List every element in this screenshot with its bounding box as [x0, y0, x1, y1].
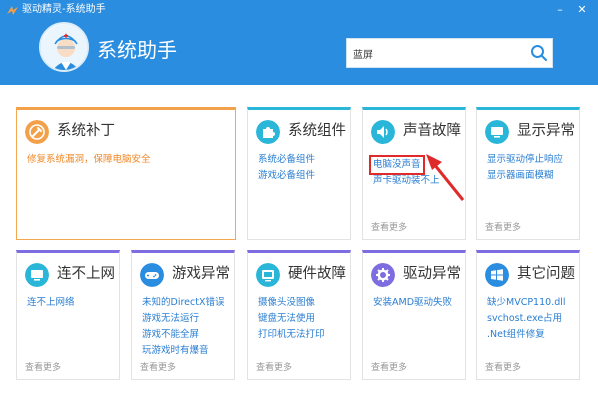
card-links: 修复系统漏洞，保障电脑安全 [27, 152, 151, 168]
card-title: 声音故障 [403, 123, 461, 139]
card-title: 连不上网 [57, 266, 115, 282]
gear-icon [371, 263, 395, 287]
link-camera-no-image[interactable]: 摄像头没图像 [258, 295, 325, 311]
view-more-link[interactable]: 查看更多 [256, 360, 292, 373]
app-title: 系统助手 [97, 38, 177, 62]
search-input[interactable] [353, 43, 523, 63]
link-display-driver-stopped[interactable]: 显示驱动停止响应 [487, 152, 563, 168]
monitor-icon [485, 120, 509, 144]
hardware-icon [256, 263, 280, 287]
windows-icon [485, 263, 509, 287]
card-title: 系统补丁 [57, 123, 115, 139]
window-title: 驱动精灵-系统助手 [22, 4, 106, 15]
card-system-patch[interactable]: 系统补丁 修复系统漏洞，保障电脑安全 [16, 107, 236, 240]
speaker-icon [371, 120, 395, 144]
puzzle-icon [256, 120, 280, 144]
search-box [346, 38, 553, 68]
card-hardware-fault[interactable]: 硬件故障 摄像头没图像 键盘无法使用 打印机无法打印 查看更多 [247, 250, 351, 380]
link-game-fullscreen[interactable]: 游戏不能全屏 [142, 327, 224, 343]
link-system-components[interactable]: 系统必备组件 [258, 152, 315, 168]
card-game-issue[interactable]: 游戏异常 未知的DirectX错误 游戏无法运行 游戏不能全屏 玩游戏时有爆音 … [131, 250, 235, 380]
doctor-avatar-icon [39, 22, 89, 72]
card-driver-issue[interactable]: 驱动异常 安装AMD驱动失败 查看更多 [362, 250, 466, 380]
link-game-cannot-run[interactable]: 游戏无法运行 [142, 311, 224, 327]
card-links: 安装AMD驱动失败 [373, 295, 452, 311]
close-button[interactable]: ✕ [575, 3, 589, 17]
card-title: 游戏异常 [172, 266, 230, 282]
app-logo-icon [7, 6, 18, 15]
card-links: 摄像头没图像 键盘无法使用 打印机无法打印 [258, 295, 325, 343]
card-links: 未知的DirectX错误 游戏无法运行 游戏不能全屏 玩游戏时有爆音 [142, 295, 224, 359]
link-missing-mvcp110[interactable]: 缺少MVCP110.dll [487, 295, 566, 311]
header-bar: 驱动精灵-系统助手 – ✕ 系统助手 [0, 0, 598, 85]
card-sound-fault[interactable]: 声音故障 电脑没声音 声卡驱动装不上 查看更多 [362, 107, 466, 240]
link-printer-not-printing[interactable]: 打印机无法打印 [258, 327, 325, 343]
view-more-link[interactable]: 查看更多 [371, 220, 407, 233]
card-title: 显示异常 [517, 123, 575, 139]
view-more-link[interactable]: 查看更多 [371, 360, 407, 373]
card-title: 驱动异常 [403, 266, 461, 282]
card-title: 其它问题 [517, 266, 575, 282]
gamepad-icon [140, 263, 164, 287]
minimize-button[interactable]: – [553, 3, 567, 17]
card-links: 连不上网络 [27, 295, 75, 311]
wrench-icon [25, 120, 49, 144]
card-links: 系统必备组件 游戏必备组件 [258, 152, 315, 184]
view-more-link[interactable]: 查看更多 [140, 360, 176, 373]
link-svchost-usage[interactable]: svchost.exe占用 [487, 311, 566, 327]
search-icon[interactable] [530, 44, 548, 62]
link-blurry-screen[interactable]: 显示器画面模糊 [487, 168, 563, 184]
network-monitor-icon [25, 263, 49, 287]
view-more-link[interactable]: 查看更多 [485, 360, 521, 373]
link-sound-driver-install[interactable]: 声卡驱动装不上 [373, 173, 440, 189]
view-more-link[interactable]: 查看更多 [485, 220, 521, 233]
card-no-network[interactable]: 连不上网 连不上网络 查看更多 [16, 250, 120, 380]
link-keyboard-not-working[interactable]: 键盘无法使用 [258, 311, 325, 327]
card-title: 系统组件 [288, 123, 346, 139]
link-game-components[interactable]: 游戏必备组件 [258, 168, 315, 184]
link-directx-error[interactable]: 未知的DirectX错误 [142, 295, 224, 311]
card-other-issues[interactable]: 其它问题 缺少MVCP110.dll svchost.exe占用 .Net组件修… [476, 250, 580, 380]
card-links: 缺少MVCP110.dll svchost.exe占用 .Net组件修复 [487, 295, 566, 343]
card-links: 电脑没声音 声卡驱动装不上 [369, 152, 440, 189]
view-more-link[interactable]: 查看更多 [25, 360, 61, 373]
link-net-repair[interactable]: .Net组件修复 [487, 327, 566, 343]
card-system-components[interactable]: 系统组件 系统必备组件 游戏必备组件 [247, 107, 351, 240]
link-no-sound[interactable]: 电脑没声音 [369, 155, 425, 175]
card-links: 显示驱动停止响应 显示器画面模糊 [487, 152, 563, 184]
link-no-network[interactable]: 连不上网络 [27, 295, 75, 311]
link-fix-vulnerabilities[interactable]: 修复系统漏洞，保障电脑安全 [27, 152, 151, 168]
link-amd-driver-failed[interactable]: 安装AMD驱动失败 [373, 295, 452, 311]
card-title: 硬件故障 [288, 266, 346, 282]
link-game-crackle[interactable]: 玩游戏时有爆音 [142, 343, 224, 359]
card-display-issue[interactable]: 显示异常 显示驱动停止响应 显示器画面模糊 查看更多 [476, 107, 580, 240]
